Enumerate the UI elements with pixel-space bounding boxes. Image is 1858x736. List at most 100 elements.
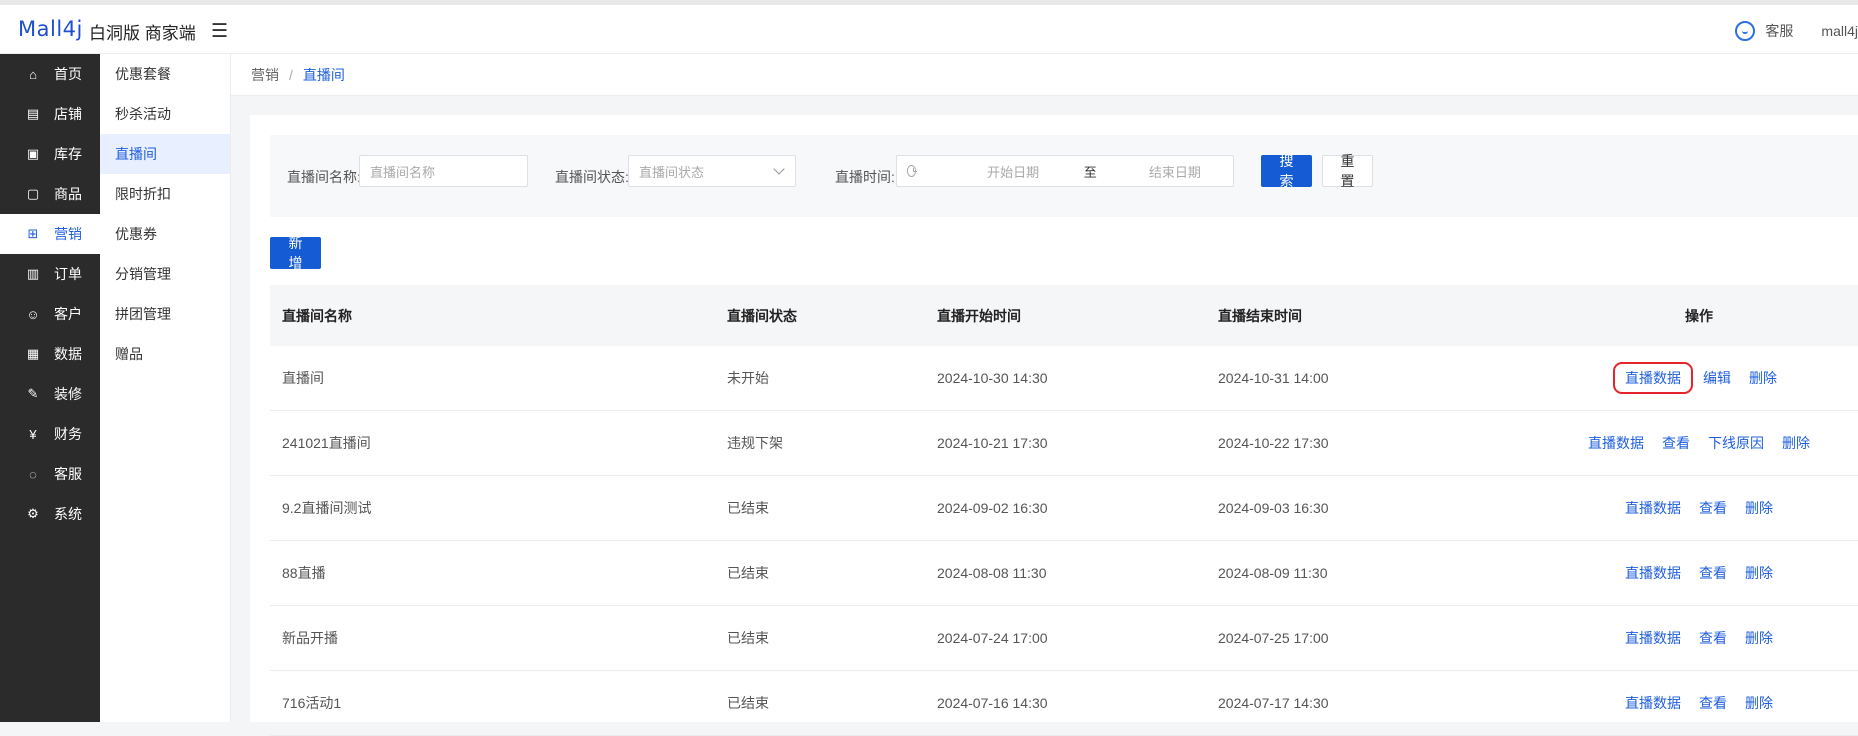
room-name-input[interactable]: 直播间名称: [359, 155, 528, 187]
action-link[interactable]: 删除: [1745, 630, 1773, 646]
decorate-icon: ✎: [27, 386, 39, 401]
top-right-area: 客服 mall4j: [1735, 21, 1858, 41]
sidebar-item[interactable]: ¥ 财务: [0, 414, 100, 454]
top-bar: Mall4j 白洞版 商家端 ☰ 客服 mall4j: [0, 0, 1858, 54]
secondary-menu: 优惠套餐 秒杀活动 直播间 限时折扣 优惠券 分销管理 拼团管理 赠品: [100, 54, 231, 722]
menu-collapse-icon[interactable]: ☰: [211, 20, 228, 43]
sidebar-item-label: 店铺: [54, 106, 82, 122]
sidebar-item-label: 装修: [54, 386, 82, 402]
submenu-item[interactable]: 优惠套餐: [100, 54, 230, 94]
sidebar-item-label: 营销: [54, 226, 82, 242]
table-row: 88直播 已结束 2024-08-08 11:30 2024-08-09 11:30 直…: [270, 541, 1858, 606]
clock-icon: [907, 165, 918, 177]
cell-start-time: 2024-10-30 14:30: [937, 370, 1048, 386]
date-range-picker[interactable]: 开始日期 至 结束日期: [896, 155, 1234, 187]
sidebar-item[interactable]: ⌂ 首页: [0, 54, 100, 94]
submenu-item[interactable]: 直播间: [100, 134, 230, 174]
customer-service-link[interactable]: 客服: [1765, 23, 1793, 39]
sidebar-item[interactable]: ▤ 店铺: [0, 94, 100, 134]
sidebar-item-label: 客户: [54, 306, 82, 322]
sidebar-item-label: 客服: [54, 466, 82, 482]
cell-room-name: 241021直播间: [282, 435, 371, 451]
cell-start-time: 2024-08-08 11:30: [937, 565, 1047, 581]
chevron-down-icon: [773, 163, 785, 175]
action-link[interactable]: 直播数据: [1625, 695, 1681, 711]
cell-room-status: 未开始: [727, 370, 769, 386]
customer-icon: ☺: [26, 306, 40, 322]
breadcrumb-parent[interactable]: 营销: [251, 65, 279, 85]
cell-start-time: 2024-09-02 16:30: [937, 500, 1048, 516]
finance-icon: ¥: [29, 426, 37, 442]
room-name-placeholder: 直播间名称: [370, 164, 436, 180]
reset-button[interactable]: 重置: [1322, 153, 1373, 189]
submenu-item[interactable]: 优惠券: [100, 214, 230, 254]
app-title: 白洞版 商家端: [89, 24, 196, 43]
action-link[interactable]: 查看: [1699, 500, 1727, 516]
date-range-separator: 至: [1083, 164, 1097, 180]
sidebar-item-label: 库存: [54, 146, 82, 162]
action-link[interactable]: 查看: [1699, 630, 1727, 646]
action-link[interactable]: 删除: [1745, 500, 1773, 516]
action-link[interactable]: 下线原因: [1708, 435, 1764, 451]
table-row: 9.2直播间测试 已结束 2024-09-02 16:30 2024-09-03 16…: [270, 476, 1858, 541]
submenu-item[interactable]: 分销管理: [100, 254, 230, 294]
action-link[interactable]: 删除: [1782, 435, 1810, 451]
home-icon: ⌂: [29, 66, 37, 82]
table-row: 新品开播 已结束 2024-07-24 17:00 2024-07-25 17:00 直…: [270, 606, 1858, 671]
action-link[interactable]: 查看: [1699, 695, 1727, 711]
sidebar-item-label: 系统: [54, 506, 82, 522]
room-status-select[interactable]: 直播间状态: [628, 155, 796, 187]
action-link[interactable]: 编辑: [1703, 370, 1731, 386]
sidebar-item[interactable]: ◌ 客服: [0, 454, 100, 494]
search-button[interactable]: 搜索: [1261, 153, 1312, 189]
live-time-label: 直播时间:: [835, 169, 895, 185]
sidebar-item[interactable]: ▦ 数据: [0, 334, 100, 374]
sidebar-item-label: 订单: [54, 266, 82, 282]
sidebar-item[interactable]: ▥ 订单: [0, 254, 100, 294]
add-button[interactable]: 新增: [270, 235, 321, 271]
action-link[interactable]: 删除: [1745, 695, 1773, 711]
action-link[interactable]: 查看: [1662, 435, 1690, 451]
action-link[interactable]: 直播数据: [1625, 500, 1681, 516]
end-date-input[interactable]: 结束日期: [1127, 162, 1223, 181]
action-link[interactable]: 删除: [1749, 370, 1777, 386]
breadcrumb-separator: /: [289, 66, 293, 83]
cell-room-status: 已结束: [727, 695, 769, 711]
start-date-input[interactable]: 开始日期: [972, 162, 1053, 181]
action-link[interactable]: 直播数据: [1625, 630, 1681, 646]
filter-bar: 直播间名称: 直播间名称 直播间状态: 直播间状态 直播时间: 开始日期 至 结…: [270, 135, 1858, 217]
header-room-name: 直播间名称: [282, 307, 352, 324]
username[interactable]: mall4j: [1821, 23, 1858, 39]
action-link[interactable]: 直播数据: [1588, 435, 1644, 451]
cell-room-name: 直播间: [282, 370, 324, 386]
cell-end-time: 2024-10-22 17:30: [1218, 435, 1329, 451]
submenu-item[interactable]: 限时折扣: [100, 174, 230, 214]
sidebar-item[interactable]: ⚙ 系统: [0, 494, 100, 534]
action-link[interactable]: 删除: [1745, 565, 1773, 581]
action-link[interactable]: 查看: [1699, 565, 1727, 581]
action-link[interactable]: 直播数据: [1613, 362, 1693, 394]
live-room-table: 直播间名称 直播间状态 直播开始时间 直播结束时间 操作 直播间 未开始 2024-…: [270, 285, 1858, 736]
submenu-item[interactable]: 秒杀活动: [100, 94, 230, 134]
sidebar-item[interactable]: ▣ 库存: [0, 134, 100, 174]
action-link[interactable]: 直播数据: [1625, 565, 1681, 581]
submenu-item[interactable]: 赠品: [100, 334, 230, 374]
customer-service-icon[interactable]: [1735, 21, 1756, 41]
settings-icon: ⚙: [27, 506, 39, 521]
header-actions: 操作: [1685, 307, 1713, 324]
sidebar-item[interactable]: ⊞ 营销: [0, 214, 100, 254]
cell-room-status: 已结束: [727, 565, 769, 581]
cell-end-time: 2024-09-03 16:30: [1218, 500, 1329, 516]
sidebar-item[interactable]: ☺ 客户: [0, 294, 100, 334]
sidebar-item[interactable]: ▢ 商品: [0, 174, 100, 214]
table-row: 直播间 未开始 2024-10-30 14:30 2024-10-31 14:00 直播…: [270, 346, 1858, 411]
cell-actions: 直播数据 查看 删除: [1540, 628, 1858, 648]
submenu-item[interactable]: 拼团管理: [100, 294, 230, 334]
table-header: 直播间名称 直播间状态 直播开始时间 直播结束时间 操作: [270, 285, 1858, 346]
inventory-icon: ▣: [26, 146, 40, 161]
logo: Mall4j: [18, 17, 83, 41]
cell-room-status: 已结束: [727, 630, 769, 646]
sidebar-item[interactable]: ✎ 装修: [0, 374, 100, 414]
cell-actions: 直播数据 查看 删除: [1540, 563, 1858, 583]
cell-actions: 直播数据 查看 下线原因 删除: [1540, 433, 1858, 453]
